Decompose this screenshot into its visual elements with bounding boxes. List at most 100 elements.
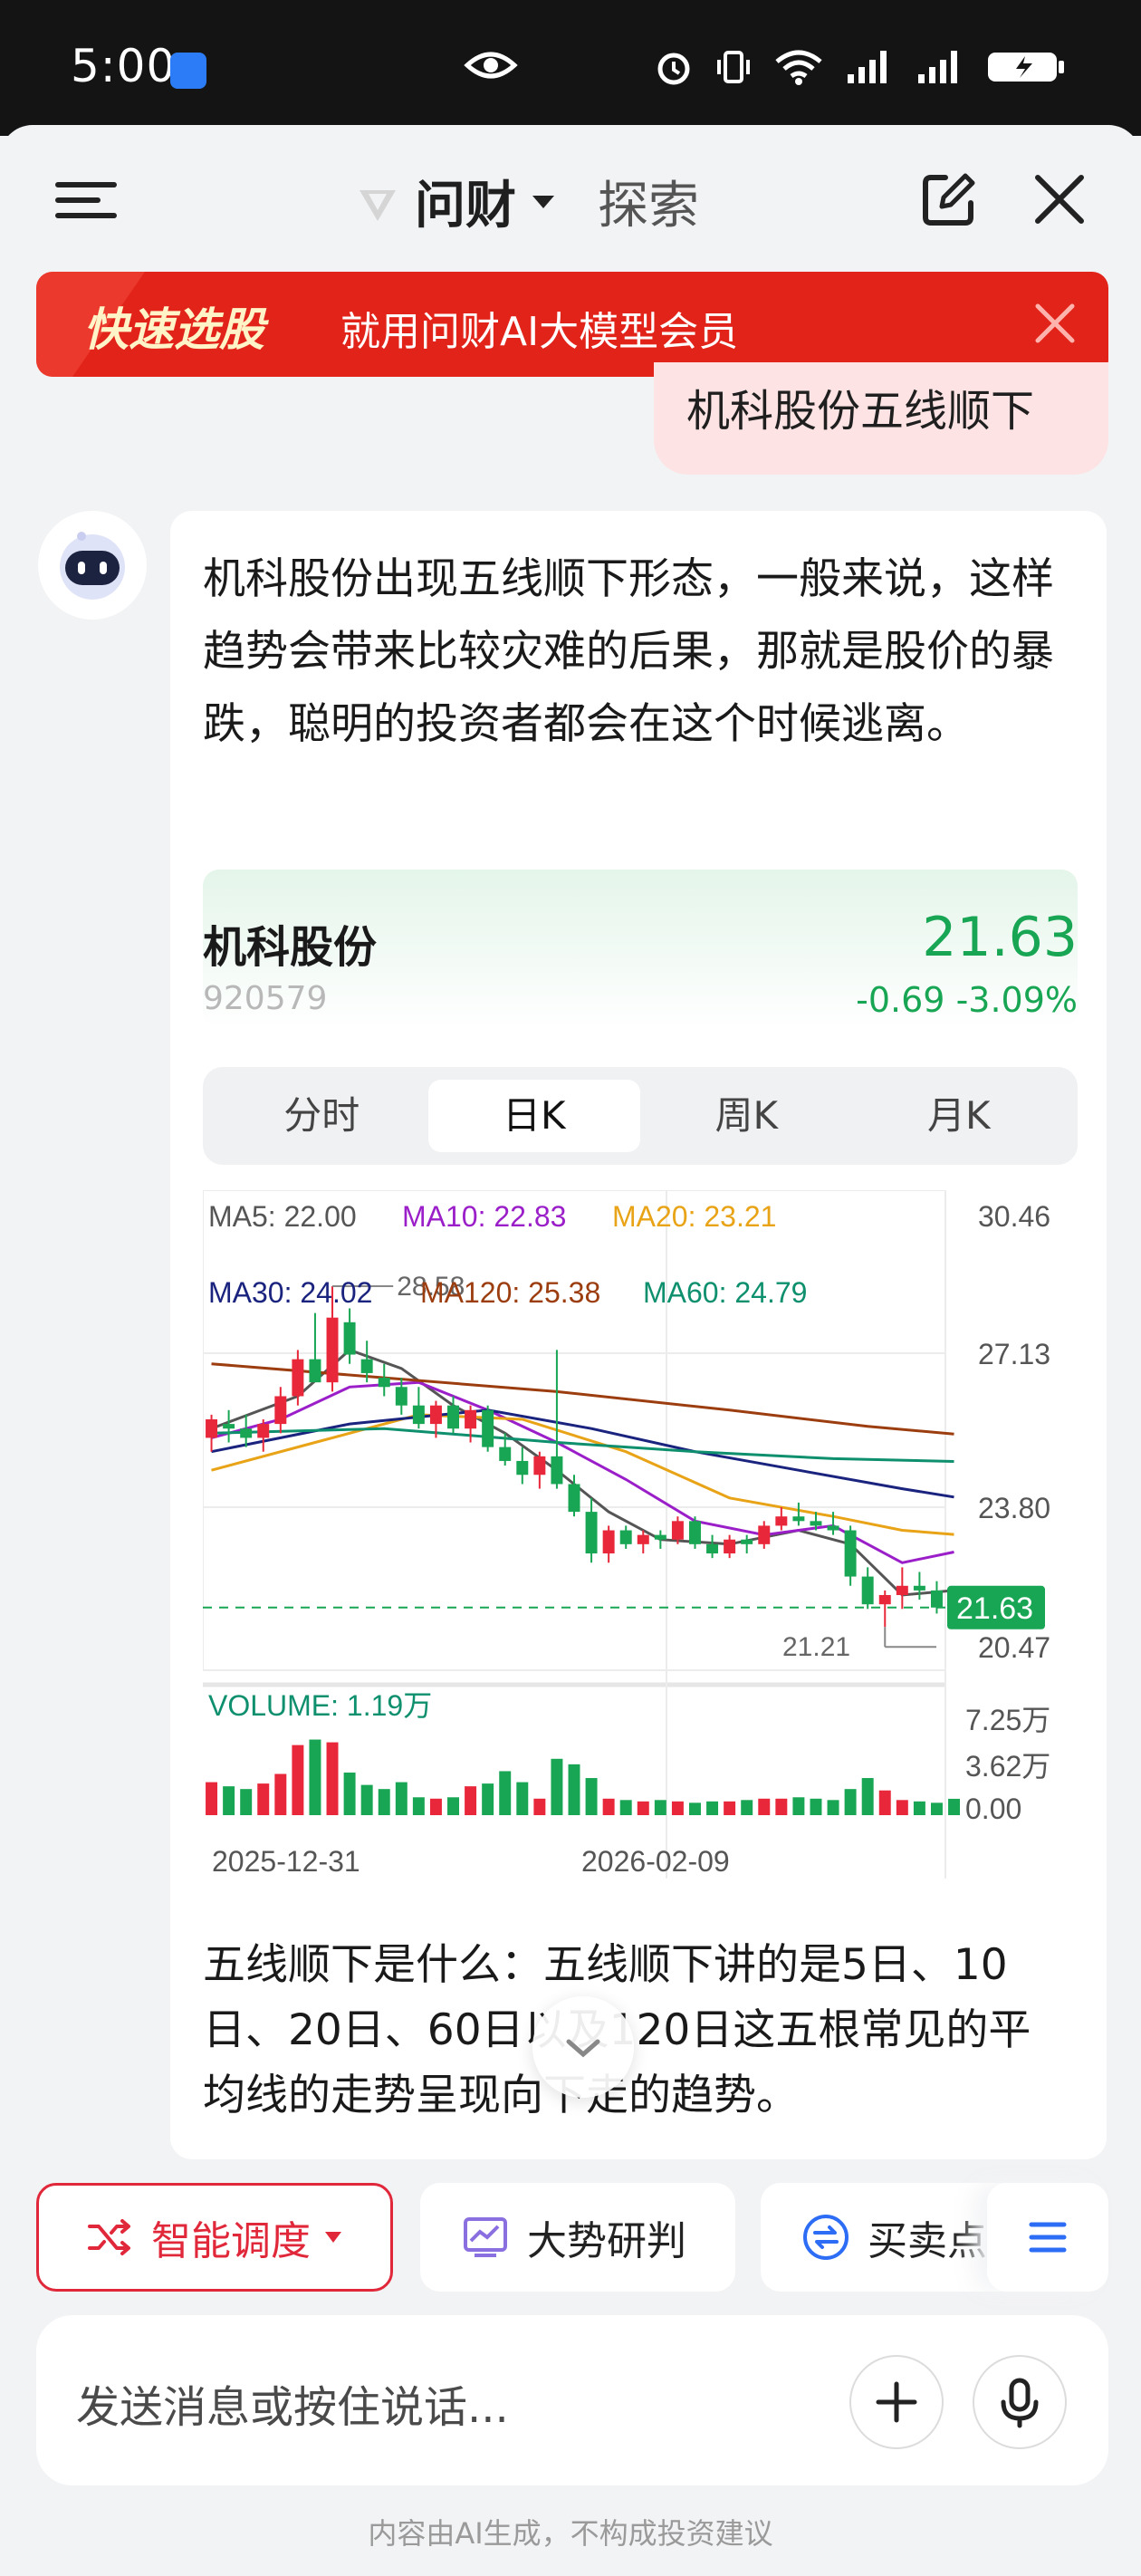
volume-bar	[292, 1745, 304, 1815]
message-input[interactable]: 发送消息或按住说话...	[76, 2371, 509, 2435]
answer-paragraph-2: 五线顺下是什么：五线顺下讲的是5日、10日、20日、60日以及120日这五根常见…	[203, 1940, 1031, 2120]
candle-body	[810, 1521, 822, 1526]
menu-icon[interactable]	[54, 179, 118, 221]
status-icons	[654, 47, 1067, 87]
membership-promo-banner[interactable]: 快速选股 就用问财AI大模型会员	[36, 272, 1108, 377]
candle-body	[671, 1521, 684, 1540]
volume-bar	[240, 1789, 253, 1815]
explore-tab[interactable]: 探索	[598, 165, 699, 238]
volume-bar	[775, 1798, 788, 1815]
volume-bar	[499, 1771, 512, 1815]
candle-body	[429, 1405, 442, 1425]
volume-bar	[706, 1801, 719, 1815]
smart-dispatch-button[interactable]: 智能调度	[36, 2183, 393, 2292]
legend-ma20: MA20: 23.21	[612, 1200, 776, 1233]
user-message-text: 机科股份五线顺下	[686, 386, 1035, 437]
volume-bar	[827, 1800, 839, 1815]
volume-bar	[844, 1789, 857, 1815]
vibrate-icon	[717, 51, 750, 83]
caret-down-icon	[325, 2232, 341, 2243]
volume-bar	[930, 1802, 943, 1815]
stock-quote-panel[interactable]: 机科股份 920579 21.63 -0.69 -3.09%	[203, 870, 1078, 1029]
candle-body	[568, 1484, 580, 1513]
volume-bar	[602, 1798, 615, 1815]
candle-body	[274, 1396, 287, 1425]
candle-body	[861, 1576, 874, 1605]
candle-body	[465, 1409, 477, 1429]
app-notification-icon	[170, 53, 206, 89]
status-time: 5:00	[71, 40, 177, 92]
volume-bar	[274, 1773, 287, 1815]
voice-button[interactable]	[973, 2355, 1067, 2449]
stock-change-pct: -3.09%	[955, 980, 1078, 1020]
candle-body	[637, 1534, 649, 1544]
list-menu-icon	[1029, 2222, 1067, 2253]
kline-chart[interactable]: 21.6328.5821.21MA5: 22.00 MA10: 22.83 MA20…	[203, 1190, 1078, 1906]
volume-bar	[671, 1801, 684, 1815]
volume-bar	[568, 1764, 580, 1815]
robot-icon	[60, 532, 125, 600]
candle-body	[223, 1424, 235, 1429]
stock-change-value: -0.69	[856, 980, 945, 1020]
tab-daily-k[interactable]: 日K	[427, 1080, 640, 1152]
market-trend-button[interactable]: 大势研判	[420, 2183, 735, 2292]
candle-body	[602, 1530, 615, 1554]
volume-bar	[465, 1786, 477, 1815]
candle-body	[326, 1317, 339, 1383]
legend-ma60: MA60: 24.79	[643, 1276, 807, 1309]
volume-bar	[585, 1778, 598, 1815]
scroll-down-button[interactable]	[532, 1996, 634, 2098]
price-tick: 30.46	[978, 1200, 1050, 1233]
stock-name: 机科股份	[203, 922, 378, 973]
brand-switcher[interactable]: 问财 探索	[355, 165, 699, 238]
volume-bar	[257, 1783, 270, 1815]
candle-body	[482, 1409, 494, 1447]
promo-tag: 快速选股	[83, 303, 264, 356]
candle-body	[257, 1424, 270, 1438]
signal-icon	[848, 51, 887, 83]
stock-price: 21.63	[922, 906, 1078, 969]
volume-bar	[516, 1782, 529, 1815]
candle-body	[309, 1359, 321, 1383]
volume-bar	[551, 1758, 563, 1815]
volume-bar	[637, 1801, 649, 1815]
volume-bar	[810, 1798, 822, 1815]
legend-ma30: MA30: 24.02	[208, 1276, 372, 1309]
volume-bar	[619, 1800, 632, 1815]
promo-text: 就用问财AI大模型会员	[340, 309, 739, 355]
battery-icon	[988, 53, 1064, 82]
volume-bar	[378, 1789, 390, 1815]
ma-line-ma5	[210, 1348, 954, 1597]
tab-intraday[interactable]: 分时	[216, 1080, 428, 1152]
more-actions-button[interactable]	[987, 2183, 1108, 2292]
answer-card: 机科股份出现五线顺下形态，一般来说，这样趋势会带来比较灾难的后果，那就是股价的暴…	[170, 511, 1107, 2159]
candle-body	[775, 1516, 788, 1526]
volume-bar	[913, 1801, 925, 1815]
add-button[interactable]	[849, 2355, 944, 2449]
volume-bar	[741, 1800, 753, 1815]
promo-close-icon[interactable]	[1032, 301, 1078, 346]
price-tick: 27.13	[978, 1338, 1050, 1370]
top-nav: 问财 探索	[0, 125, 1141, 270]
plus-icon	[876, 2381, 917, 2423]
tab-weekly-k[interactable]: 周K	[640, 1080, 853, 1152]
candle-body	[447, 1405, 459, 1429]
stock-code: 920579	[203, 980, 328, 1017]
market-trend-label: 大势研判	[527, 2218, 686, 2264]
candle-body	[533, 1456, 546, 1475]
candle-body	[619, 1530, 632, 1544]
candle-body	[378, 1378, 390, 1388]
low-price-label: 21.21	[782, 1632, 850, 1662]
ai-disclaimer: 内容由AI生成，不构成投资建议	[368, 2516, 773, 2551]
volume-tick: 0.00	[965, 1793, 1021, 1825]
buy-sell-point-label: 买卖点	[868, 2218, 987, 2264]
volume-bar	[758, 1798, 771, 1815]
ma-line-ma20	[211, 1413, 954, 1536]
tab-monthly-k[interactable]: 月K	[853, 1080, 1066, 1152]
eye-icon	[464, 52, 518, 79]
new-chat-icon[interactable]	[918, 170, 978, 230]
volume-bar	[412, 1797, 425, 1815]
volume-bar	[948, 1798, 961, 1815]
close-icon[interactable]	[1032, 172, 1087, 226]
candle-body	[343, 1322, 356, 1355]
